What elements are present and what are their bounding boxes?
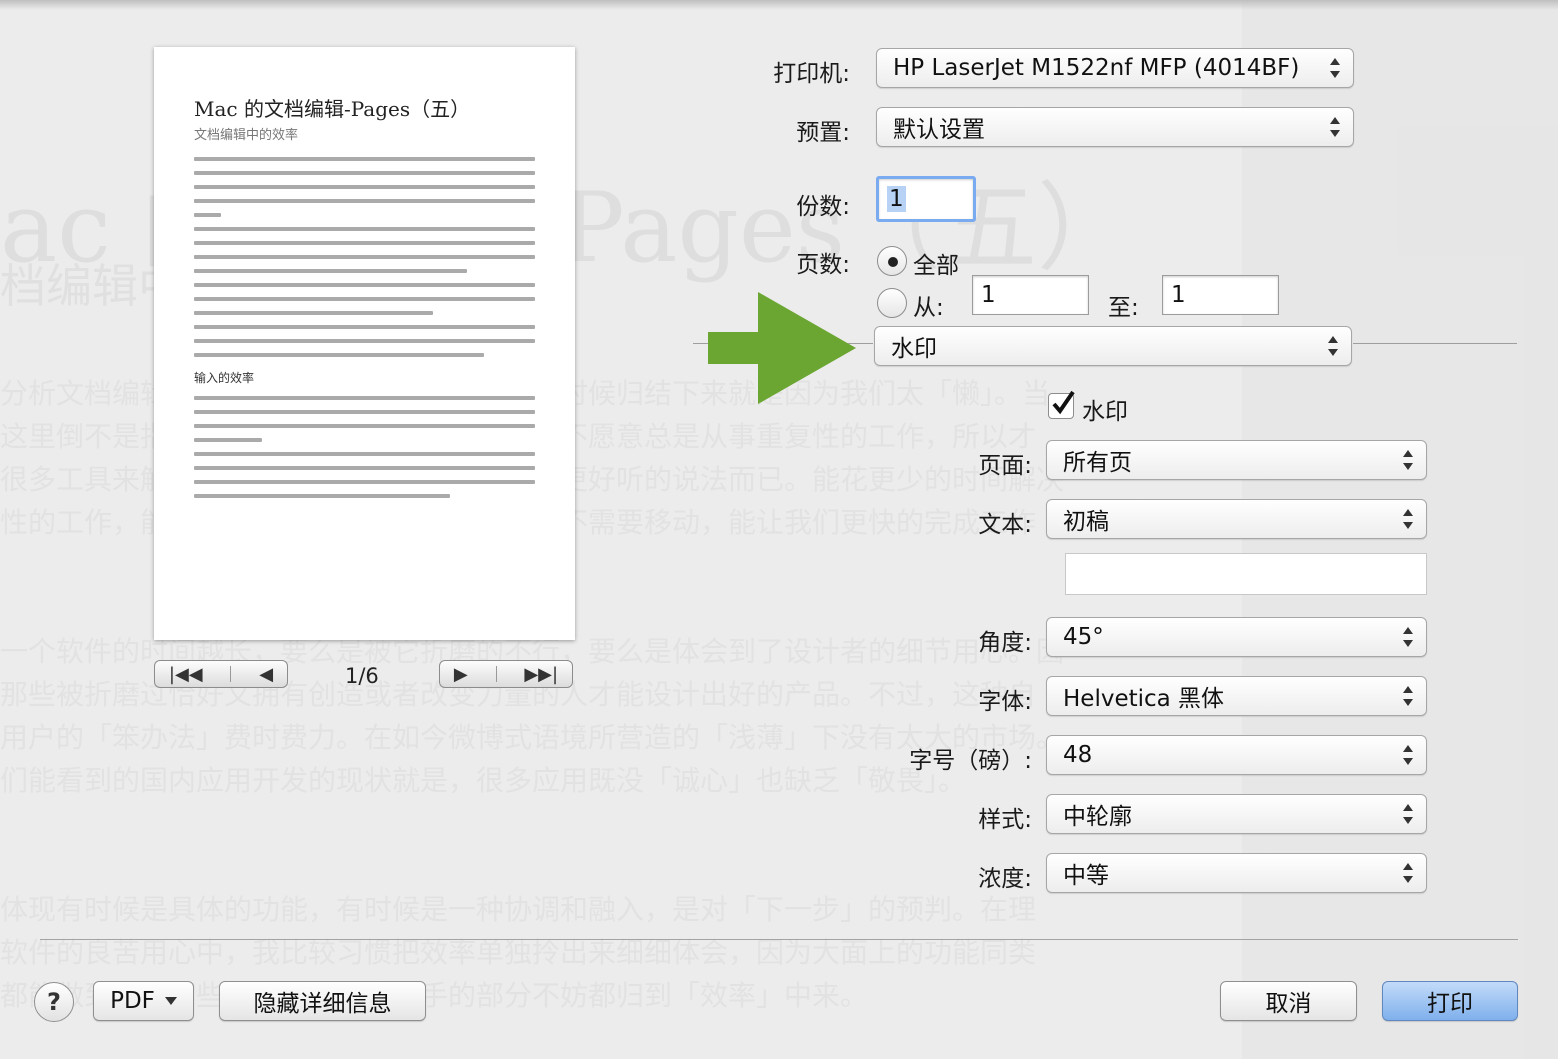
watermark-checkbox-label: 水印 bbox=[1082, 399, 1128, 425]
up-down-arrows-icon bbox=[1330, 117, 1340, 137]
up-down-arrows-icon bbox=[1403, 509, 1413, 529]
background-text-line: 用户的「笨办法」费时费力。在如今微博式语境所营造的「浅薄」下没有太大的市场。 bbox=[0, 721, 1065, 754]
watermark-page-select[interactable]: 所有页 bbox=[1046, 440, 1427, 480]
preview-paragraph bbox=[194, 396, 535, 442]
watermark-page-value: 所有页 bbox=[1063, 450, 1132, 476]
font-size-select[interactable]: 48 bbox=[1046, 735, 1427, 775]
print-button[interactable]: 打印 bbox=[1382, 981, 1518, 1021]
help-icon: ? bbox=[47, 988, 61, 1016]
background-text-line: 体现有时候是具体的功能，有时候是一种协调和融入，是对「下一步」的预判。在理 bbox=[0, 893, 1037, 926]
pages-from-value: 1 bbox=[981, 282, 996, 308]
sheet-top-shadow bbox=[0, 0, 1558, 10]
preview-paragraph bbox=[194, 157, 535, 217]
print-preview-page: Mac 的文档编辑-Pages（五） 文档编辑中的效率 输入的效率 bbox=[154, 47, 575, 640]
hide-details-button[interactable]: 隐藏详细信息 bbox=[219, 981, 426, 1021]
pages-to-label: 至: bbox=[1108, 295, 1139, 321]
printer-label: 打印机: bbox=[773, 61, 850, 87]
up-down-arrows-icon bbox=[1403, 745, 1413, 765]
pages-label: 页数: bbox=[796, 252, 850, 278]
pages-from-label: 从: bbox=[913, 295, 944, 321]
angle-value: 45° bbox=[1063, 624, 1104, 650]
style-value: 中轮廓 bbox=[1063, 804, 1132, 830]
preview-section-heading: 输入的效率 bbox=[194, 371, 255, 385]
preview-subtitle: 文档编辑中的效率 bbox=[194, 128, 299, 143]
presets-label: 预置: bbox=[796, 120, 850, 146]
copies-label: 份数: bbox=[796, 194, 850, 220]
presets-value: 默认设置 bbox=[893, 117, 985, 143]
up-down-arrows-icon bbox=[1328, 336, 1338, 356]
dropdown-triangle-icon bbox=[164, 997, 177, 1005]
watermark-text-label: 文本: bbox=[978, 512, 1032, 538]
font-label: 字体: bbox=[978, 689, 1032, 715]
watermark-text-select[interactable]: 初稿 bbox=[1046, 499, 1427, 539]
watermark-page-label: 页面: bbox=[978, 453, 1032, 479]
pages-all-radio[interactable] bbox=[877, 246, 907, 276]
preview-back-buttons: |◀◀ ◀ bbox=[154, 660, 288, 688]
preview-paragraph bbox=[194, 227, 535, 273]
density-value: 中等 bbox=[1063, 863, 1109, 889]
watermark-custom-text-input[interactable] bbox=[1065, 553, 1427, 595]
font-value: Helvetica 黑体 bbox=[1063, 686, 1225, 712]
up-down-arrows-icon bbox=[1403, 686, 1413, 706]
footer-divider bbox=[40, 939, 1518, 940]
copies-input[interactable]: 1 bbox=[876, 176, 976, 222]
preview-forward-buttons: ▶ ▶▶| bbox=[439, 660, 573, 688]
angle-select[interactable]: 45° bbox=[1046, 617, 1427, 657]
background-text-line: 软件的良苦用心中，我比较习惯把效率单独拎出来细细体会，因为大面上的功能同类 bbox=[0, 936, 1037, 969]
pdf-menu-button[interactable]: PDF bbox=[93, 981, 194, 1021]
density-select[interactable]: 中等 bbox=[1046, 853, 1427, 893]
up-down-arrows-icon bbox=[1403, 627, 1413, 647]
pages-all-label: 全部 bbox=[913, 253, 959, 279]
previous-page-icon[interactable]: ◀ bbox=[259, 664, 273, 685]
watermark-text-value: 初稿 bbox=[1063, 509, 1109, 535]
up-down-arrows-icon bbox=[1403, 450, 1413, 470]
preview-paragraph bbox=[194, 452, 535, 498]
print-options-section-select[interactable]: 水印 bbox=[874, 326, 1352, 366]
font-size-value: 48 bbox=[1063, 742, 1093, 768]
section-select-value: 水印 bbox=[891, 336, 937, 362]
style-label: 样式: bbox=[978, 807, 1032, 833]
presets-select[interactable]: 默认设置 bbox=[876, 107, 1354, 147]
first-page-icon[interactable]: |◀◀ bbox=[169, 664, 203, 685]
font-size-label: 字号（磅）: bbox=[909, 748, 1032, 774]
pdf-button-label: PDF bbox=[110, 988, 155, 1014]
help-button[interactable]: ? bbox=[34, 982, 74, 1022]
printer-value: HP LaserJet M1522nf MFP (4014BF) bbox=[893, 55, 1300, 81]
preview-paragraph bbox=[194, 283, 535, 315]
watermark-checkbox[interactable] bbox=[1048, 390, 1075, 419]
up-down-arrows-icon bbox=[1330, 58, 1340, 78]
up-down-arrows-icon bbox=[1403, 863, 1413, 883]
style-select[interactable]: 中轮廓 bbox=[1046, 794, 1427, 834]
pages-to-value: 1 bbox=[1171, 282, 1186, 308]
pages-range-radio[interactable] bbox=[877, 288, 907, 318]
cancel-button[interactable]: 取消 bbox=[1220, 981, 1357, 1021]
green-arrow-icon bbox=[708, 292, 856, 404]
preview-paragraph bbox=[194, 325, 535, 357]
next-page-icon[interactable]: ▶ bbox=[454, 664, 468, 685]
preview-page-indicator: 1/6 bbox=[345, 664, 379, 688]
background-text-line: 们能看到的国内应用开发的现状就是，很多应用既没「诚心」也缺乏「敬畏」。 bbox=[0, 764, 967, 797]
font-select[interactable]: Helvetica 黑体 bbox=[1046, 676, 1427, 716]
pages-to-input[interactable]: 1 bbox=[1162, 275, 1279, 315]
copies-value: 1 bbox=[887, 186, 906, 212]
preview-title: Mac 的文档编辑-Pages（五） bbox=[194, 97, 471, 121]
pages-from-input[interactable]: 1 bbox=[972, 275, 1089, 315]
last-page-icon[interactable]: ▶▶| bbox=[524, 664, 558, 685]
printer-select[interactable]: HP LaserJet M1522nf MFP (4014BF) bbox=[876, 48, 1354, 88]
density-label: 浓度: bbox=[978, 866, 1032, 892]
checkmark-icon bbox=[1052, 390, 1075, 415]
section-divider-right bbox=[1353, 343, 1517, 344]
angle-label: 角度: bbox=[978, 630, 1032, 656]
up-down-arrows-icon bbox=[1403, 804, 1413, 824]
